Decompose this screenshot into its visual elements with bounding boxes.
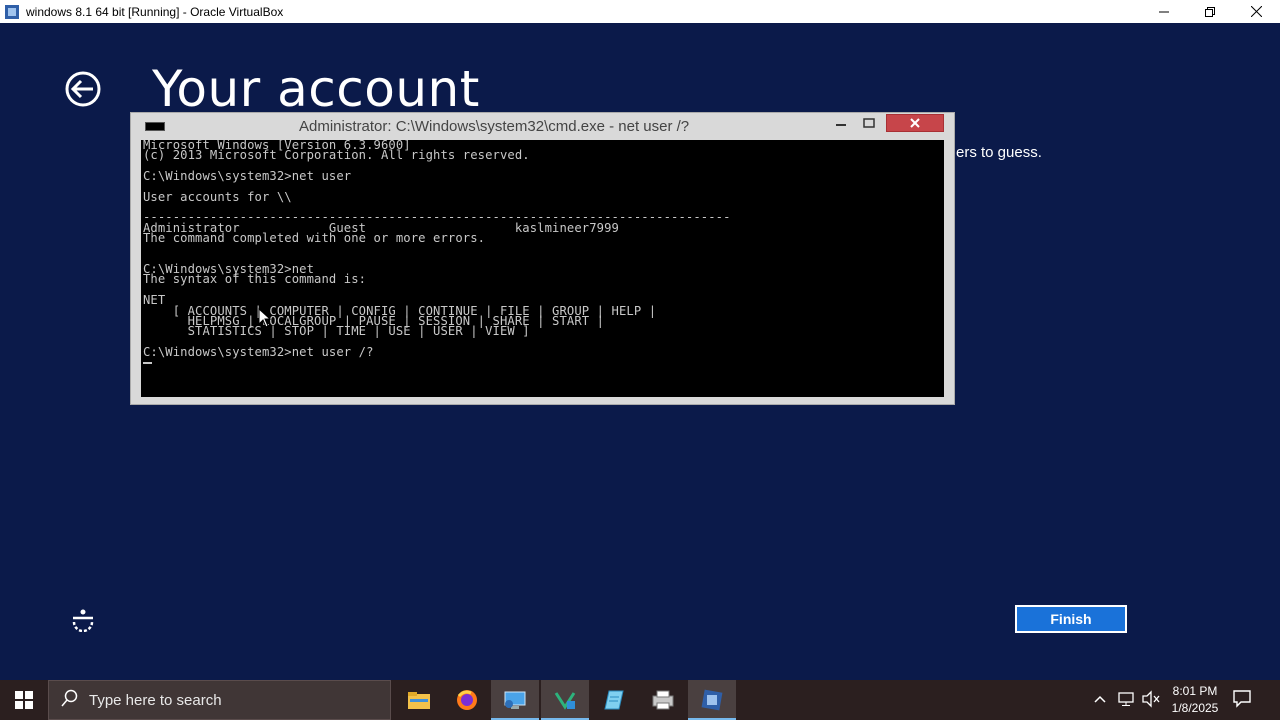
network-icon[interactable]: [1117, 690, 1135, 713]
volume-muted-icon[interactable]: [1141, 690, 1161, 713]
taskbar: Type here to search 8:01 PM 1/8/2025: [0, 680, 1280, 720]
console-line: The syntax of this command is:: [143, 272, 367, 287]
firefox-taskbar-button[interactable]: [443, 680, 491, 720]
printer-app-taskbar-button[interactable]: [639, 680, 687, 720]
notepad-taskbar-button[interactable]: [590, 680, 638, 720]
cmd-titlebar[interactable]: Administrator: C:\Windows\system32\cmd.e…: [131, 113, 954, 139]
text-cursor: [143, 362, 152, 364]
cmd-minimize-button[interactable]: [828, 114, 854, 132]
console-line: STATISTICS | STOP | TIME | USE | USER | …: [143, 324, 530, 339]
back-button[interactable]: [57, 71, 109, 107]
console-line: (c) 2013 Microsoft Corporation. All righ…: [143, 148, 530, 163]
notification-center-icon[interactable]: [1232, 688, 1252, 713]
close-button[interactable]: [1233, 0, 1279, 23]
search-placeholder: Type here to search: [89, 691, 222, 709]
clock[interactable]: 8:01 PM 1/8/2025: [1166, 683, 1224, 717]
console-line: User accounts for \\: [143, 189, 292, 204]
virtualbox-icon: [4, 4, 20, 20]
show-hidden-icons-chevron-icon[interactable]: [1093, 692, 1107, 711]
cmd-output: Microsoft Windows [Version 6.3.9600] (c) …: [143, 140, 731, 359]
search-box[interactable]: Type here to search: [48, 680, 391, 720]
finish-button[interactable]: Finish: [1015, 605, 1127, 633]
clock-time: 8:01 PM: [1172, 684, 1218, 698]
page-title: Your account: [152, 60, 480, 118]
cmd-icon: [145, 122, 165, 131]
clock-date: 1/8/2025: [1171, 701, 1219, 715]
minimize-button[interactable]: [1141, 0, 1187, 23]
search-icon: [61, 689, 79, 712]
console-line: The command completed with one or more e…: [143, 231, 486, 246]
cmd-maximize-button[interactable]: [856, 114, 882, 132]
mouse-pointer-icon: [258, 307, 272, 333]
cmd-title: Administrator: C:\Windows\system32\cmd.e…: [299, 118, 690, 135]
console-line: C:\Windows\system32>net user /?: [143, 344, 374, 359]
file-explorer-taskbar-button[interactable]: [395, 680, 443, 720]
window-title: windows 8.1 64 bit [Running] - Oracle Vi…: [26, 4, 284, 19]
start-button[interactable]: [0, 680, 48, 720]
vbox-titlebar: windows 8.1 64 bit [Running] - Oracle Vi…: [0, 0, 1280, 23]
ease-of-access-icon[interactable]: [66, 606, 100, 637]
remote-desktop-taskbar-button[interactable]: [491, 680, 539, 720]
cmd-window[interactable]: Administrator: C:\Windows\system32\cmd.e…: [130, 112, 955, 405]
visual-studio-taskbar-button[interactable]: [541, 680, 589, 720]
cmd-console[interactable]: Microsoft Windows [Version 6.3.9600] (c) …: [141, 140, 944, 397]
cmd-close-button[interactable]: [886, 114, 944, 132]
password-hint-text: ers to guess.: [956, 144, 1042, 161]
guest-display[interactable]: Your account ers to guess. Administrator…: [0, 23, 1280, 680]
console-line: C:\Windows\system32>net user: [143, 169, 352, 184]
virtualbox-taskbar-button[interactable]: [688, 680, 736, 720]
restore-button[interactable]: [1187, 0, 1233, 23]
